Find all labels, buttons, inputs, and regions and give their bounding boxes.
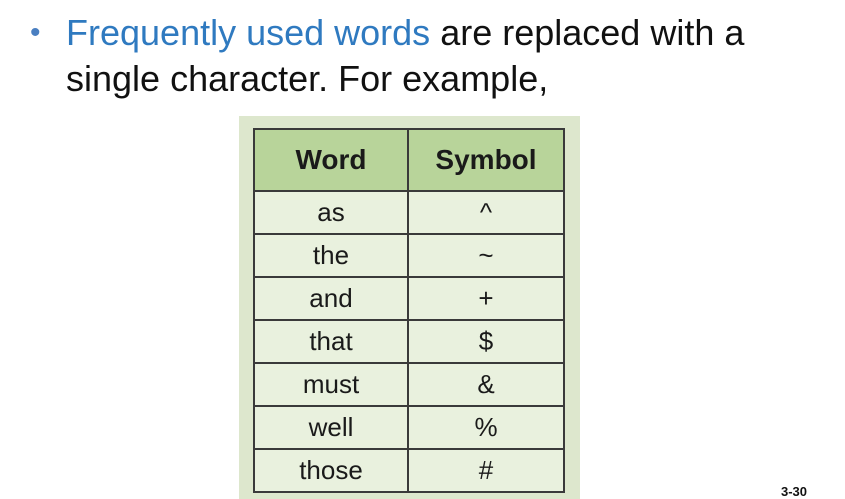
symbol-cell: % <box>407 405 565 450</box>
word-symbol-table: Word Symbol as ^ the ~ and + that $ must <box>253 128 565 493</box>
bullet-paragraph: • Frequently used words are replaced wit… <box>22 10 822 102</box>
word-cell: must <box>253 362 409 407</box>
word-cell: well <box>253 405 409 450</box>
table-row: those # <box>253 448 565 493</box>
word-cell: that <box>253 319 409 364</box>
bullet-marker: • <box>30 16 41 49</box>
bullet-text-line-1: Frequently used words are replaced with … <box>66 10 744 56</box>
table-panel: Word Symbol as ^ the ~ and + that $ must <box>239 116 580 499</box>
table-row: and + <box>253 276 565 321</box>
symbol-cell: ~ <box>407 233 565 278</box>
table-header-row: Word Symbol <box>253 128 565 192</box>
bullet-line-1-rest: are replaced with a <box>430 12 745 53</box>
table-row: as ^ <box>253 190 565 235</box>
symbol-cell: ^ <box>407 190 565 235</box>
table-row: that $ <box>253 319 565 364</box>
page-number: 3-30 <box>780 484 807 499</box>
header-word: Word <box>253 128 409 192</box>
table-row: must & <box>253 362 565 407</box>
symbol-cell: & <box>407 362 565 407</box>
word-cell: those <box>253 448 409 493</box>
highlight-phrase: Frequently used words <box>66 12 431 53</box>
symbol-cell: # <box>407 448 565 493</box>
table-row: the ~ <box>253 233 565 278</box>
header-symbol: Symbol <box>407 128 565 192</box>
symbol-cell: + <box>407 276 565 321</box>
word-cell: the <box>253 233 409 278</box>
bullet-text-line-2: single character. For example, <box>66 58 549 99</box>
table-row: well % <box>253 405 565 450</box>
word-cell: as <box>253 190 409 235</box>
bullet-line-2: single character. For example, <box>22 56 822 102</box>
symbol-cell: $ <box>407 319 565 364</box>
bullet-line-1: • Frequently used words are replaced wit… <box>22 10 822 56</box>
word-cell: and <box>253 276 409 321</box>
